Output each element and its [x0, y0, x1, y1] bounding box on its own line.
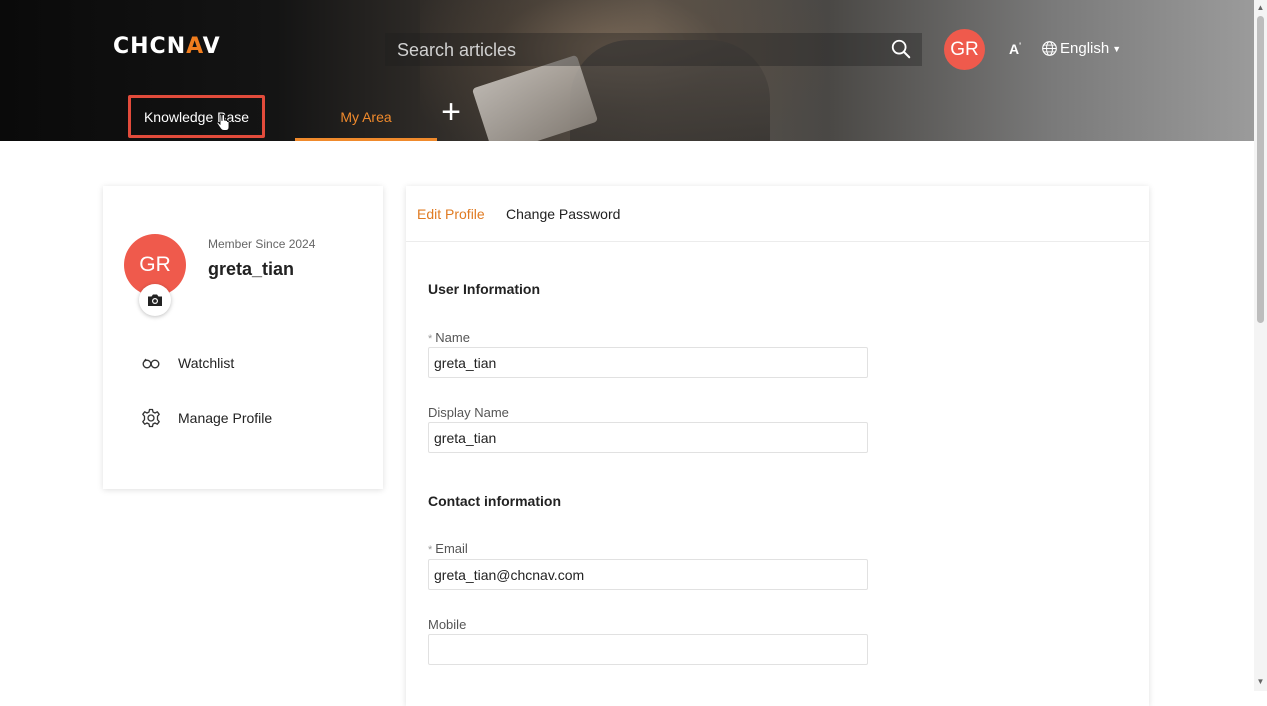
display-name-label: Display Name [428, 405, 509, 420]
search-input[interactable]: Search articles [397, 40, 516, 61]
menu-item-manage-profile[interactable]: Manage Profile [141, 408, 272, 428]
nav-tab-my-area[interactable]: My Area [295, 95, 437, 141]
required-marker: * [428, 333, 433, 345]
font-size-icon[interactable]: A' [1009, 41, 1021, 57]
member-since-text: Member Since 2024 [208, 237, 316, 251]
menu-item-watchlist-label: Watchlist [178, 355, 235, 371]
menu-item-manage-profile-label: Manage Profile [178, 410, 273, 426]
hand-cursor-icon [216, 114, 230, 131]
globe-icon [1042, 41, 1057, 56]
site-header: CHCNAV Search articles GR A' English ▼ K… [0, 0, 1254, 141]
change-avatar-button[interactable] [139, 284, 171, 316]
scroll-up-arrow-icon[interactable]: ▲ [1256, 3, 1265, 13]
contact-information-heading: Contact information [428, 493, 561, 509]
search-bar[interactable]: Search articles [385, 33, 922, 66]
profile-tabs: Edit Profile Change Password [406, 186, 1149, 242]
mobile-label: Mobile [428, 617, 467, 632]
name-field[interactable] [428, 347, 868, 378]
mobile-field[interactable] [428, 634, 868, 665]
required-marker: * [428, 544, 433, 556]
profile-card: GR Member Since 2024 greta_tian Watchlis… [103, 186, 383, 489]
nav-tab-knowledge-base[interactable]: Knowledge Base [128, 95, 265, 138]
page-scrollbar[interactable]: ▲ ▼ [1254, 0, 1267, 691]
email-label: * Email [428, 541, 468, 556]
menu-item-watchlist[interactable]: Watchlist [141, 353, 234, 373]
tab-edit-profile[interactable]: Edit Profile [417, 206, 485, 222]
glasses-icon [142, 358, 160, 369]
user-information-heading: User Information [428, 281, 541, 297]
chevron-down-icon: ▼ [1112, 43, 1122, 54]
display-name-field[interactable] [428, 422, 868, 453]
language-selector[interactable]: English ▼ [1041, 40, 1121, 57]
name-label: * Name [428, 330, 470, 345]
site-logo[interactable]: CHCNAV [113, 34, 221, 59]
search-icon[interactable] [890, 38, 912, 60]
profile-username: greta_tian [208, 259, 295, 279]
email-field[interactable] [428, 559, 868, 590]
add-tab-button[interactable]: + [438, 94, 464, 130]
scrollbar-thumb[interactable] [1257, 16, 1264, 323]
language-label: English [1060, 40, 1110, 57]
edit-profile-form: Edit Profile Change Password User Inform… [406, 186, 1149, 706]
camera-icon [148, 294, 162, 306]
tab-change-password[interactable]: Change Password [506, 206, 620, 222]
header-background-photo [420, 0, 840, 141]
header-user-avatar[interactable]: GR [944, 29, 985, 70]
gear-icon [142, 408, 160, 428]
scroll-down-arrow-icon[interactable]: ▼ [1256, 677, 1265, 687]
